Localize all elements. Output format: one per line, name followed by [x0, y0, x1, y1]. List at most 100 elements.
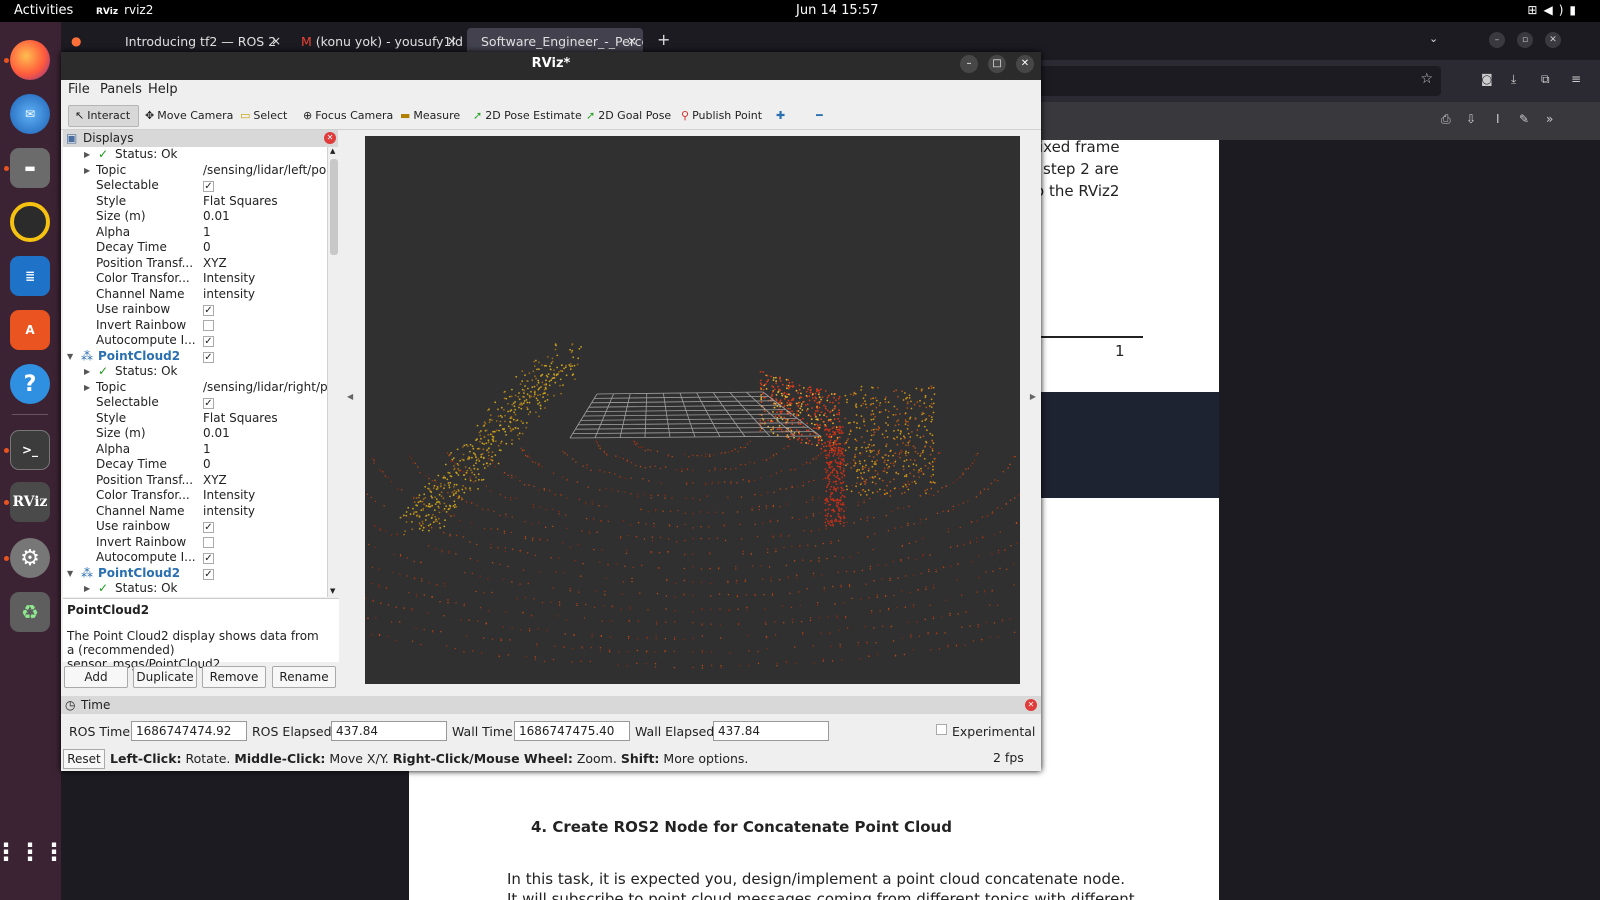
- property-value[interactable]: 1: [203, 442, 327, 457]
- checkbox[interactable]: ✓: [203, 398, 214, 409]
- display-tree[interactable]: ▶ ✓ Status: Ok ▶ Topic/sensing/lidar/left/po…: [63, 147, 327, 597]
- chevron-right-icon[interactable]: ▶: [84, 380, 90, 395]
- 3d-view[interactable]: [365, 136, 1020, 684]
- property-row[interactable]: Autocompute I... ✓: [63, 550, 327, 566]
- property-row[interactable]: Size (m) 0.01: [63, 209, 327, 225]
- property-row[interactable]: ▶ Topic/sensing/lidar/left/po...: [63, 163, 327, 179]
- display-group-row[interactable]: ▼ PointCloud2 ✓ ⁂: [63, 349, 327, 365]
- experimental-checkbox[interactable]: [936, 724, 947, 735]
- checkbox[interactable]: ✓: [203, 522, 214, 533]
- wall-time-field[interactable]: 1686747475.40: [514, 721, 630, 741]
- files-icon[interactable]: ▬: [10, 148, 50, 188]
- property-value[interactable]: intensity: [203, 504, 327, 519]
- checkbox[interactable]: ✓: [203, 305, 214, 316]
- property-row[interactable]: Selectable ✓: [63, 395, 327, 411]
- firefox-icon[interactable]: [10, 40, 50, 80]
- close-icon[interactable]: ×: [271, 34, 281, 48]
- system-tray[interactable]: ⊞◀)▮: [1527, 3, 1582, 17]
- add-tool-button[interactable]: ✚: [770, 105, 791, 127]
- url-bar[interactable]: ☆: [1033, 66, 1441, 96]
- tool-move-camera[interactable]: ✥ Move Camera: [139, 105, 239, 127]
- property-row[interactable]: ▶ ✓ Status: Ok: [63, 581, 327, 597]
- list-tabs-icon[interactable]: ⌄: [1429, 32, 1438, 45]
- tool-measure[interactable]: ▬ Measure: [394, 105, 466, 127]
- active-app-menu[interactable]: RViz rviz2: [96, 3, 153, 17]
- add-button[interactable]: Add: [64, 666, 128, 688]
- scroll-up-icon[interactable]: ▲: [330, 147, 335, 155]
- pocket-icon[interactable]: ◙: [1481, 72, 1493, 86]
- property-value[interactable]: 0.01: [203, 426, 327, 441]
- display-group-row[interactable]: ▼ PointCloud2 ✓ ⁂: [63, 566, 327, 582]
- menu-help[interactable]: Help: [148, 82, 178, 97]
- checkbox[interactable]: ✓: [203, 336, 214, 347]
- collapse-right-icon[interactable]: ▶: [1030, 392, 1036, 401]
- minimize-icon[interactable]: –: [1489, 32, 1505, 48]
- apps-grid-icon[interactable]: ⋮⋮⋮: [0, 832, 66, 872]
- rviz-icon[interactable]: RViz: [10, 482, 50, 522]
- property-value[interactable]: intensity: [203, 287, 327, 302]
- tool-interact[interactable]: ↖ Interact: [68, 105, 139, 127]
- property-value[interactable]: Flat Squares: [203, 194, 327, 209]
- clock[interactable]: Jun 14 15:57: [796, 3, 879, 18]
- tool-2d-goal-pose[interactable]: ➚ 2D Goal Pose: [580, 105, 677, 127]
- property-value[interactable]: /sensing/lidar/left/po...: [203, 163, 327, 178]
- menu-icon[interactable]: ≡: [1571, 72, 1581, 86]
- scroll-thumb[interactable]: [330, 159, 338, 255]
- property-row[interactable]: Position Transf... XYZ: [63, 256, 327, 272]
- collapse-left-icon[interactable]: ◀: [347, 392, 353, 401]
- ros-elapsed-field[interactable]: 437.84: [331, 721, 447, 741]
- maximize-icon[interactable]: □: [988, 55, 1006, 73]
- close-icon[interactable]: ×: [627, 34, 637, 48]
- extensions-icon[interactable]: ⧉: [1541, 72, 1550, 87]
- property-value[interactable]: Intensity: [203, 488, 327, 503]
- rhythmbox-icon[interactable]: [10, 202, 50, 242]
- property-value[interactable]: 0: [203, 240, 327, 255]
- restore-icon[interactable]: ▫: [1517, 32, 1533, 48]
- settings-icon[interactable]: ⚙: [10, 538, 50, 578]
- close-panel-icon[interactable]: ✕: [324, 132, 336, 144]
- property-row[interactable]: Decay Time 0: [63, 240, 327, 256]
- property-row[interactable]: Use rainbow ✓: [63, 519, 327, 535]
- tool-select[interactable]: ▭ Select: [234, 105, 293, 127]
- app-center-icon[interactable]: A: [10, 310, 50, 350]
- property-row[interactable]: Style Flat Squares: [63, 411, 327, 427]
- tool-2d-pose-estimate[interactable]: ➚ 2D Pose Estimate: [467, 105, 588, 127]
- property-row[interactable]: Color Transfor... Intensity: [63, 271, 327, 287]
- property-value[interactable]: Flat Squares: [203, 411, 327, 426]
- property-row[interactable]: ▶ ✓ Status: Ok: [63, 364, 327, 380]
- property-value[interactable]: 1: [203, 225, 327, 240]
- activities-button[interactable]: Activities: [14, 3, 73, 18]
- checkbox[interactable]: ✓: [203, 351, 214, 363]
- property-row[interactable]: Selectable ✓: [63, 178, 327, 194]
- thunderbird-icon[interactable]: ✉: [10, 94, 50, 134]
- close-icon[interactable]: ×: [447, 34, 457, 48]
- rename-button[interactable]: Rename: [272, 666, 336, 688]
- property-row[interactable]: Invert Rainbow: [63, 535, 327, 551]
- ros-time-field[interactable]: 1686747474.92: [131, 721, 247, 741]
- property-row[interactable]: Channel Name intensity: [63, 504, 327, 520]
- close-icon[interactable]: ✕: [1016, 55, 1034, 73]
- property-row[interactable]: Alpha 1: [63, 225, 327, 241]
- property-value[interactable]: XYZ: [203, 256, 327, 271]
- property-row[interactable]: ▶ Topic/sensing/lidar/right/p...: [63, 380, 327, 396]
- draw-icon[interactable]: ✎: [1519, 112, 1529, 126]
- property-row[interactable]: ▶ ✓ Status: Ok: [63, 147, 327, 163]
- checkbox[interactable]: ✓: [203, 553, 214, 564]
- property-value[interactable]: XYZ: [203, 473, 327, 488]
- chevron-right-icon[interactable]: ▶: [84, 163, 90, 178]
- checkbox[interactable]: ✓: [203, 568, 214, 580]
- new-tab-button[interactable]: +: [657, 30, 670, 49]
- chevron-down-icon[interactable]: ▼: [67, 349, 73, 364]
- reset-button[interactable]: Reset: [63, 749, 105, 769]
- close-window-icon[interactable]: ✕: [1545, 32, 1561, 48]
- trash-icon[interactable]: ♻: [10, 592, 50, 632]
- property-row[interactable]: Size (m) 0.01: [63, 426, 327, 442]
- property-row[interactable]: Decay Time 0: [63, 457, 327, 473]
- property-value[interactable]: Intensity: [203, 271, 327, 286]
- property-row[interactable]: Position Transf... XYZ: [63, 473, 327, 489]
- chevron-right-icon[interactable]: ▶: [84, 364, 90, 379]
- property-row[interactable]: Style Flat Squares: [63, 194, 327, 210]
- minimize-icon[interactable]: –: [960, 55, 978, 73]
- help-icon[interactable]: ?: [10, 364, 50, 404]
- wall-elapsed-field[interactable]: 437.84: [713, 721, 829, 741]
